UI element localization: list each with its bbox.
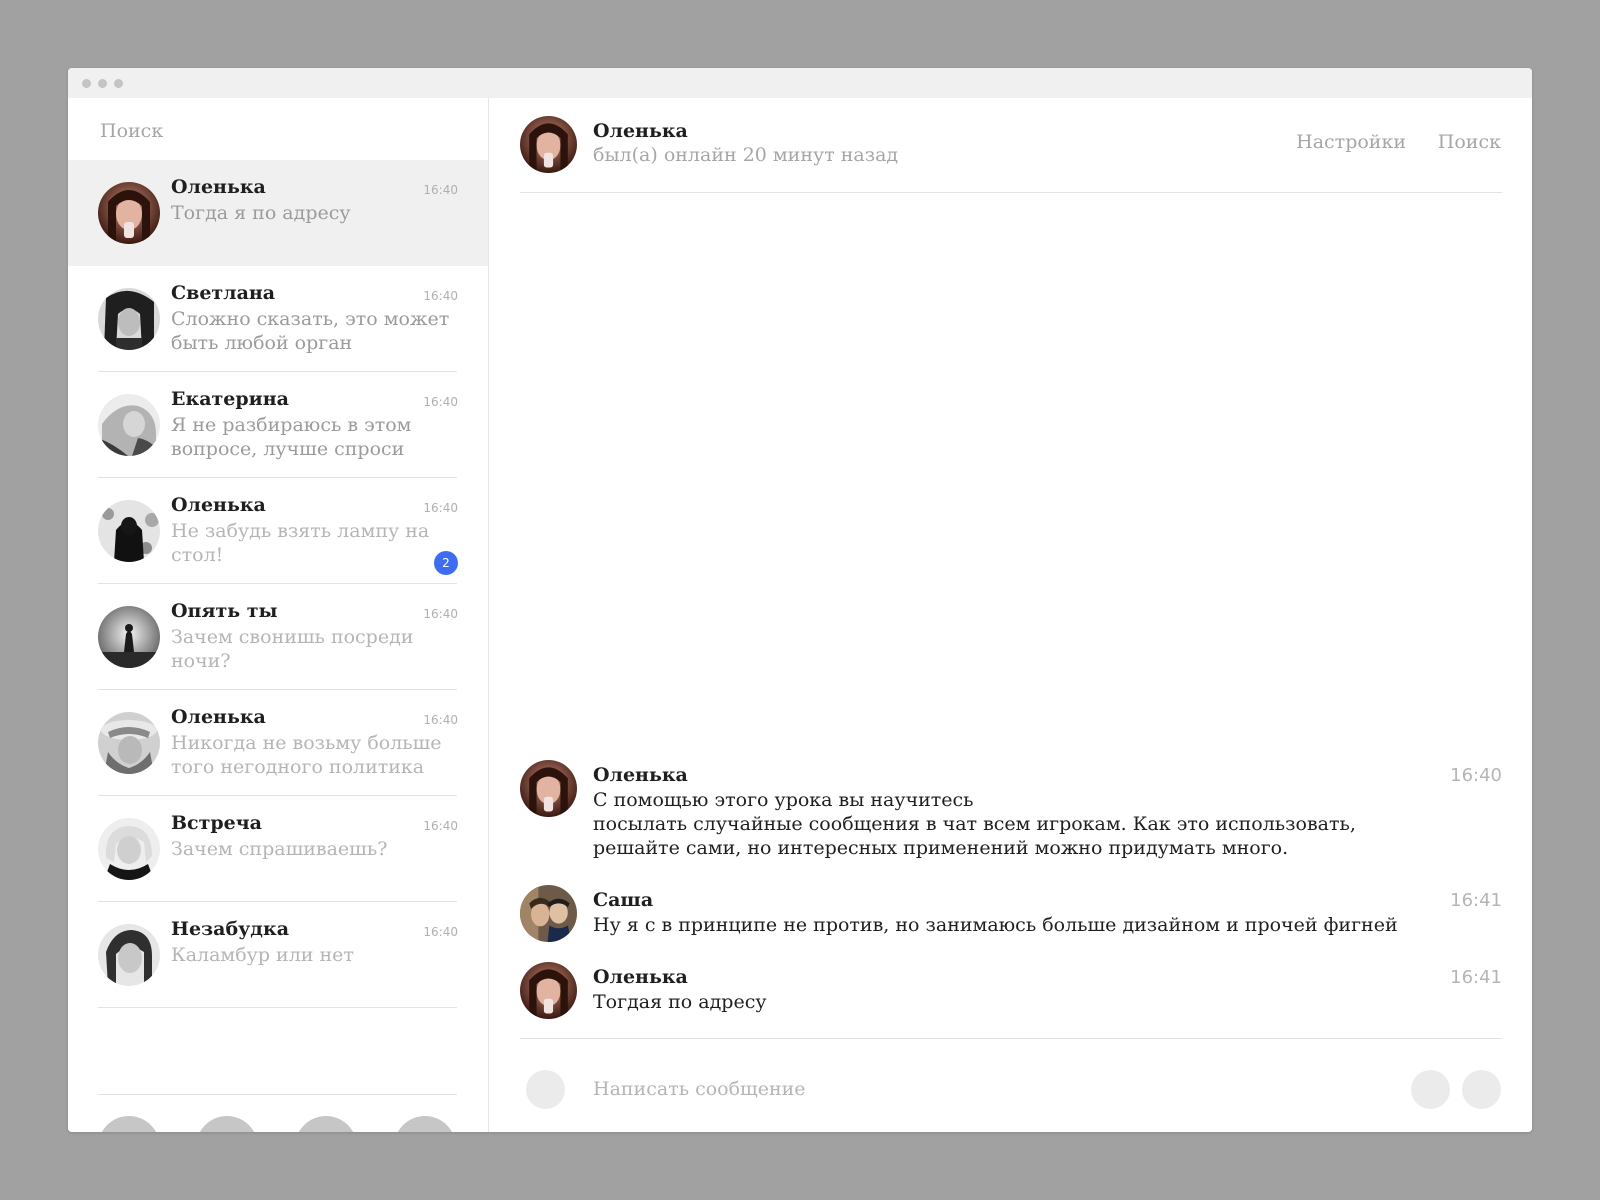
- window-dot-icon[interactable]: [114, 79, 123, 88]
- avatar: [520, 962, 577, 1019]
- divider: [98, 1094, 457, 1095]
- conversation-time: 16:40: [423, 501, 458, 515]
- message-line: С помощью этого урока вы научитесь: [593, 789, 974, 811]
- conversation-time: 16:40: [423, 395, 458, 409]
- message-author: Оленька: [593, 764, 688, 786]
- avatar: [98, 712, 160, 774]
- message-text: С помощью этого урока вы научитесь посыл…: [593, 788, 1453, 860]
- conversation-name: Встреча: [171, 812, 262, 834]
- chat-contact-name: Оленька: [593, 120, 688, 142]
- message-line: Тогдая по адресу: [593, 991, 767, 1013]
- avatar: [520, 885, 577, 942]
- conversation-name: Екатерина: [171, 388, 289, 410]
- conversation-name: Оленька: [171, 494, 266, 516]
- message-line: Ну я с в принципе не против, но занимаюс…: [593, 914, 1398, 936]
- conversation-name: Светлана: [171, 282, 276, 304]
- conversation-item[interactable]: Оленька 16:40 Не забудь взять лампу на с…: [68, 478, 488, 584]
- window-titlebar: [68, 68, 1532, 98]
- conversation-item[interactable]: Екатерина 16:40 Я не разбираюсь в этом в…: [68, 372, 488, 478]
- window-dot-icon[interactable]: [98, 79, 107, 88]
- message: Саша 16:41 Ну я с в принципе не против, …: [520, 885, 1502, 945]
- message-time: 16:40: [1450, 765, 1502, 786]
- conversation-preview: Сложно сказать, это может быть любой орг…: [171, 308, 450, 354]
- message: Оленька 16:41 Тогдая по адресу: [520, 962, 1502, 1022]
- conversation-preview: Не забудь взять лампу на стол!: [171, 520, 430, 566]
- send-icon[interactable]: [1462, 1070, 1501, 1109]
- chat-header: Оленька был(а) онлайн 20 минут назад Нас…: [489, 98, 1532, 193]
- divider: [520, 192, 1502, 193]
- conversation-item[interactable]: Оленька 16:40 Тогда я по адресу: [68, 160, 488, 266]
- avatar: [98, 606, 160, 668]
- message-line: решайте сами, но интересных применений м…: [593, 837, 1289, 859]
- window-dot-icon[interactable]: [82, 79, 91, 88]
- conversation-time: 16:40: [423, 925, 458, 939]
- conversation-item[interactable]: Опять ты 16:40 Зачем свонишь посреди ноч…: [68, 584, 488, 690]
- message-time: 16:41: [1450, 890, 1502, 911]
- conversation-preview: Тогда я по адресу: [171, 202, 351, 224]
- conversation-sidebar: Оленька 16:40 Тогда я по адресу Светлана…: [68, 98, 489, 1132]
- conversation-preview: Каламбур или нет: [171, 944, 354, 966]
- avatar: [98, 924, 160, 986]
- message: Оленька 16:40 С помощью этого урока вы н…: [520, 760, 1502, 860]
- avatar: [520, 760, 577, 817]
- conversation-preview: Никогда не возьму больше того негодного …: [171, 732, 442, 778]
- message-time: 16:41: [1450, 967, 1502, 988]
- conversation-preview: Я не разбираюсь в этом вопросе, лучше сп…: [171, 414, 412, 460]
- settings-link[interactable]: Настройки: [1296, 131, 1406, 153]
- search-link[interactable]: Поиск: [1438, 131, 1501, 153]
- unread-badge: 2: [434, 551, 458, 575]
- conversation-item[interactable]: Встреча 16:40 Зачем спрашиваешь?: [68, 796, 488, 902]
- conversation-time: 16:40: [423, 289, 458, 303]
- conversation-item[interactable]: Незабудка 16:40 Каламбур или нет: [68, 902, 488, 1008]
- message-text: Ну я с в принципе не против, но занимаюс…: [593, 913, 1513, 937]
- nav-circle-icon[interactable]: [295, 1116, 357, 1132]
- divider: [520, 1038, 1502, 1039]
- conversation-name: Оленька: [171, 176, 266, 198]
- conversation-name: Опять ты: [171, 600, 278, 622]
- conversation-time: 16:40: [423, 713, 458, 727]
- avatar: [98, 288, 160, 350]
- conversation-time: 16:40: [423, 607, 458, 621]
- avatar: [98, 182, 160, 244]
- conversation-item[interactable]: Светлана 16:40 Сложно сказать, это может…: [68, 266, 488, 372]
- message-input[interactable]: [593, 1074, 1373, 1104]
- message-text: Тогдая по адресу: [593, 990, 1453, 1014]
- conversation-preview: Зачем спрашиваешь?: [171, 838, 388, 860]
- avatar: [98, 500, 160, 562]
- messenger-window: Оленька 16:40 Тогда я по адресу Светлана…: [68, 68, 1532, 1132]
- conversation-preview: Зачем свонишь посреди ночи?: [171, 626, 414, 672]
- chat-pane: Оленька был(а) онлайн 20 минут назад Нас…: [489, 98, 1532, 1132]
- nav-circle-icon[interactable]: [394, 1116, 456, 1132]
- chat-contact-status: был(а) онлайн 20 минут назад: [593, 144, 899, 166]
- message-author: Оленька: [593, 966, 688, 988]
- nav-circle-icon[interactable]: [98, 1116, 160, 1132]
- divider: [98, 1007, 457, 1008]
- message-line: посылать случайные сообщения в чат всем …: [593, 813, 1356, 835]
- conversation-name: Незабудка: [171, 918, 290, 940]
- attach-icon[interactable]: [526, 1070, 565, 1109]
- conversation-item[interactable]: Оленька 16:40 Никогда не возьму больше т…: [68, 690, 488, 796]
- message-author: Саша: [593, 889, 654, 911]
- sidebar-search-input[interactable]: [100, 116, 460, 146]
- conversation-time: 16:40: [423, 183, 458, 197]
- avatar: [98, 394, 160, 456]
- conversation-name: Оленька: [171, 706, 266, 728]
- avatar[interactable]: [520, 116, 577, 173]
- nav-circle-icon[interactable]: [196, 1116, 258, 1132]
- avatar: [98, 818, 160, 880]
- emoji-icon[interactable]: [1411, 1070, 1450, 1109]
- conversation-time: 16:40: [423, 819, 458, 833]
